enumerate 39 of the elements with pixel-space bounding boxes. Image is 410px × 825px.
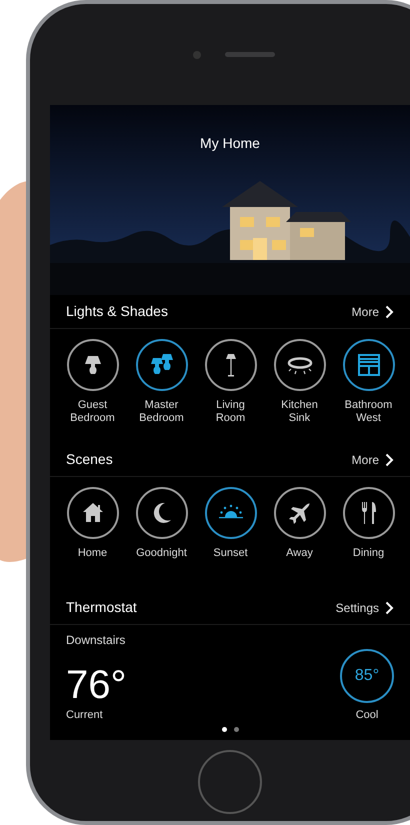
device-button[interactable] [204, 339, 256, 391]
section-link[interactable]: Settings [336, 598, 394, 616]
device-label: Master Bedroom [139, 399, 184, 425]
window-shade-icon [356, 352, 382, 378]
chevron-right-icon [385, 600, 394, 614]
speaker-icon [225, 52, 275, 57]
device-label: Bathroom West [344, 399, 392, 425]
airplane-icon [286, 500, 312, 526]
device-label: Dining [352, 547, 384, 560]
current-label: Current [66, 708, 104, 723]
setpoint-dial[interactable]: 85° [340, 649, 394, 703]
section-title: Thermostat [66, 598, 137, 617]
screen-title: My Home [200, 134, 260, 153]
device-button[interactable] [342, 339, 394, 391]
device-label: Kitchen Sink [281, 399, 318, 425]
chevron-right-icon [385, 452, 394, 466]
device-button[interactable] [136, 339, 188, 391]
section-link[interactable]: More [352, 302, 394, 320]
device-label: Goodnight [136, 547, 187, 560]
current-temperature: 76° [66, 663, 126, 707]
device-label: Living Room [216, 399, 246, 425]
device-label: Away [286, 547, 313, 560]
device-button[interactable] [274, 487, 326, 539]
device-label: Guest Bedroom [70, 399, 115, 425]
device-button[interactable] [342, 487, 394, 539]
camera-icon [193, 50, 201, 58]
mode-label: Cool [356, 708, 378, 723]
device-label: Sunset [213, 547, 248, 560]
chevron-right-icon [385, 304, 394, 318]
section-title: Scenes [66, 450, 113, 469]
device-button[interactable] [274, 339, 326, 391]
device-button[interactable] [66, 487, 118, 539]
device-button[interactable] [66, 339, 118, 391]
zone-name: Downstairs [66, 632, 126, 649]
section-title: Lights & Shades [66, 302, 168, 321]
section-link[interactable]: More [352, 450, 394, 468]
device-button[interactable] [204, 487, 256, 539]
device-button[interactable] [136, 487, 188, 539]
device-label: Home [78, 547, 108, 560]
